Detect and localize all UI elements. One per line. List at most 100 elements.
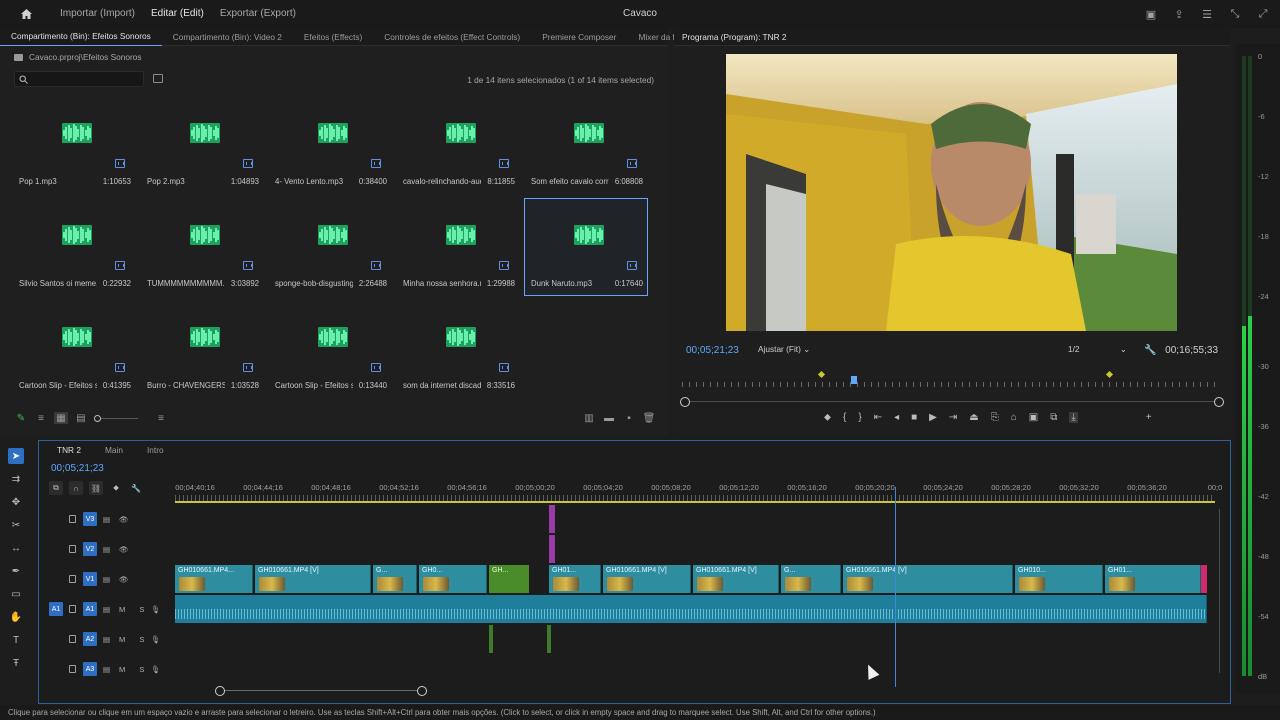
- v1-video-clip[interactable]: GH010661.MP4 [V]: [255, 565, 371, 593]
- eye-icon[interactable]: 👁: [119, 575, 129, 584]
- track-name[interactable]: A2: [83, 632, 97, 646]
- add-marker-icon[interactable]: ⬥: [824, 412, 831, 423]
- new-item-icon[interactable]: ▪: [622, 412, 636, 424]
- sync-lock-icon[interactable]: ▤: [103, 575, 110, 584]
- sort-icon[interactable]: ≡: [154, 412, 168, 424]
- voiceover-mic-icon[interactable]: 🎙: [151, 635, 161, 644]
- bin-item[interactable]: sponge-bob-disgusting-... 2:26488: [268, 198, 392, 296]
- share-icon[interactable]: ⇪: [1172, 7, 1186, 21]
- bin-item[interactable]: Cartoon Slip - Efeitos so... 0:13440: [268, 300, 392, 398]
- bin-item[interactable]: Minha nossa senhora.mp3 1:29988: [396, 198, 520, 296]
- lock-icon[interactable]: [69, 575, 76, 583]
- track-header[interactable]: A1 A1 ▤ M S 🎙: [45, 595, 173, 623]
- timeline-horizontal-scroll[interactable]: [215, 686, 427, 696]
- track-select-tool-icon[interactable]: ⇉: [8, 471, 24, 487]
- bin-item[interactable]: Silvio Santos oi meme... 0:22932: [12, 198, 136, 296]
- lock-icon[interactable]: [69, 545, 76, 553]
- caption-tool-icon[interactable]: Ŧ: [8, 655, 24, 671]
- lock-icon[interactable]: [69, 515, 76, 523]
- timeline-ruler[interactable]: 00;04;40;16 00;04;44;16 00;04;48;16 00;04;5…: [175, 479, 1222, 503]
- trash-icon[interactable]: 🗑: [642, 412, 656, 424]
- resolution-dropdown[interactable]: 1/2 ⌄: [1068, 344, 1127, 354]
- bin-item[interactable]: Burro - CHAVENGERS (... 1:03528: [140, 300, 264, 398]
- v1-video-clip[interactable]: GH010661.MP4...: [175, 565, 253, 593]
- program-playhead[interactable]: [851, 376, 857, 384]
- step-back-icon[interactable]: ◂: [894, 412, 899, 423]
- snap-icon[interactable]: ∩: [69, 481, 83, 495]
- v2-clip[interactable]: [549, 535, 555, 563]
- track-name[interactable]: V2: [83, 542, 97, 556]
- go-to-out-icon[interactable]: ⇥: [949, 412, 957, 423]
- lock-icon[interactable]: [69, 605, 76, 613]
- program-current-timecode[interactable]: 00;05;21;23: [686, 345, 739, 356]
- export-frame-icon[interactable]: ⌂: [1011, 412, 1017, 423]
- sync-lock-icon[interactable]: ▤: [103, 545, 110, 554]
- multicam-icon[interactable]: ⧉: [1050, 412, 1057, 423]
- a1-audio-clip[interactable]: [175, 595, 1207, 623]
- add-button-icon[interactable]: +: [1146, 412, 1152, 423]
- tracks-area[interactable]: GH... GH010661.MP4... GH010661.MP4 [V] G..…: [175, 505, 1215, 687]
- rectangle-tool-icon[interactable]: ▭: [8, 586, 24, 602]
- track-name[interactable]: A3: [83, 662, 97, 676]
- automate-icon[interactable]: ▥: [582, 412, 596, 424]
- bin-item[interactable]: 4- Vento Lento.mp3 0:38400: [268, 96, 392, 194]
- track-header[interactable]: A3 ▤ M S 🎙: [45, 655, 173, 683]
- mark-in-icon[interactable]: {: [843, 412, 846, 423]
- proxy-toggle-icon[interactable]: ⤓: [1069, 412, 1078, 423]
- tab-effects[interactable]: Efeitos (Effects): [293, 28, 373, 46]
- pen-tool-icon[interactable]: ✒: [8, 563, 24, 579]
- track-header[interactable]: A2 ▤ M S 🎙: [45, 625, 173, 653]
- expand-icon[interactable]: ⤢: [1256, 7, 1270, 21]
- icon-view-icon[interactable]: ▦: [54, 412, 68, 424]
- sync-lock-icon[interactable]: ▤: [103, 665, 110, 674]
- menu-icon[interactable]: ☰: [1200, 7, 1214, 21]
- collapse-icon[interactable]: ⤡: [1228, 7, 1242, 21]
- v1-video-clip[interactable]: GH01...: [549, 565, 601, 593]
- timeline-vertical-scroll[interactable]: [1219, 509, 1220, 673]
- lift-icon[interactable]: ⏏: [969, 412, 978, 423]
- lock-icon[interactable]: [69, 635, 76, 643]
- track-header[interactable]: V3 ▤ 👁: [45, 505, 173, 533]
- go-to-in-icon[interactable]: ⇤: [874, 412, 882, 423]
- v1-video-clip[interactable]: GH010...: [1015, 565, 1103, 593]
- add-marker-icon[interactable]: ⬥: [109, 481, 123, 495]
- track-name[interactable]: V1: [83, 572, 97, 586]
- bin-search[interactable]: [14, 71, 144, 87]
- sync-lock-icon[interactable]: ▤: [103, 515, 110, 524]
- settings-wrench-icon[interactable]: 🔧: [1144, 345, 1156, 356]
- v1-video-clip[interactable]: G...: [373, 565, 417, 593]
- selection-tool-icon[interactable]: ➤: [8, 448, 24, 464]
- hand-tool-icon[interactable]: ✋: [8, 609, 24, 625]
- menu-export[interactable]: Exportar (Export): [212, 0, 304, 28]
- v1-video-clip[interactable]: GH010661.MP4 [V]: [843, 565, 1013, 593]
- v1-video-clip[interactable]: GH0...: [419, 565, 487, 593]
- comparison-view-icon[interactable]: ▣: [1029, 412, 1038, 423]
- extract-icon[interactable]: ⎘: [991, 412, 999, 423]
- ripple-edit-tool-icon[interactable]: ✥: [8, 494, 24, 510]
- home-button[interactable]: [0, 8, 52, 20]
- eye-icon[interactable]: 👁: [119, 515, 129, 524]
- track-name[interactable]: V3: [83, 512, 97, 526]
- bin-item[interactable]: Pop 2.mp3 1:04893: [140, 96, 264, 194]
- a2-clip[interactable]: [489, 625, 493, 653]
- tab-sequence-intro[interactable]: Intro: [135, 441, 176, 459]
- tab-effect-controls[interactable]: Controles de efeitos (Effect Controls): [373, 28, 531, 46]
- workspace-icon[interactable]: ▣: [1144, 7, 1158, 21]
- lock-icon[interactable]: [69, 665, 76, 673]
- list-view-icon[interactable]: ≡: [34, 412, 48, 424]
- pencil-icon[interactable]: ✎: [14, 412, 28, 424]
- play-icon[interactable]: ▶: [929, 412, 937, 423]
- tab-sequence-main[interactable]: Main: [93, 441, 135, 459]
- track-header[interactable]: V2 ▤ 👁: [45, 535, 173, 563]
- tab-premiere-composer[interactable]: Premiere Composer: [531, 28, 627, 46]
- freeform-view-icon[interactable]: ▤: [74, 412, 88, 424]
- stop-icon[interactable]: ■: [911, 412, 917, 423]
- sync-lock-icon[interactable]: ▤: [103, 635, 110, 644]
- nest-icon[interactable]: ⧉: [49, 481, 63, 495]
- sync-lock-icon[interactable]: ▤: [103, 605, 110, 614]
- track-name[interactable]: A1: [83, 602, 97, 616]
- bin-item[interactable]: Pop 1.mp3 1:10653: [12, 96, 136, 194]
- program-video-frame[interactable]: [726, 54, 1177, 331]
- program-mini-timeline[interactable]: [682, 370, 1220, 388]
- mute-solo-buttons[interactable]: M S: [119, 635, 150, 644]
